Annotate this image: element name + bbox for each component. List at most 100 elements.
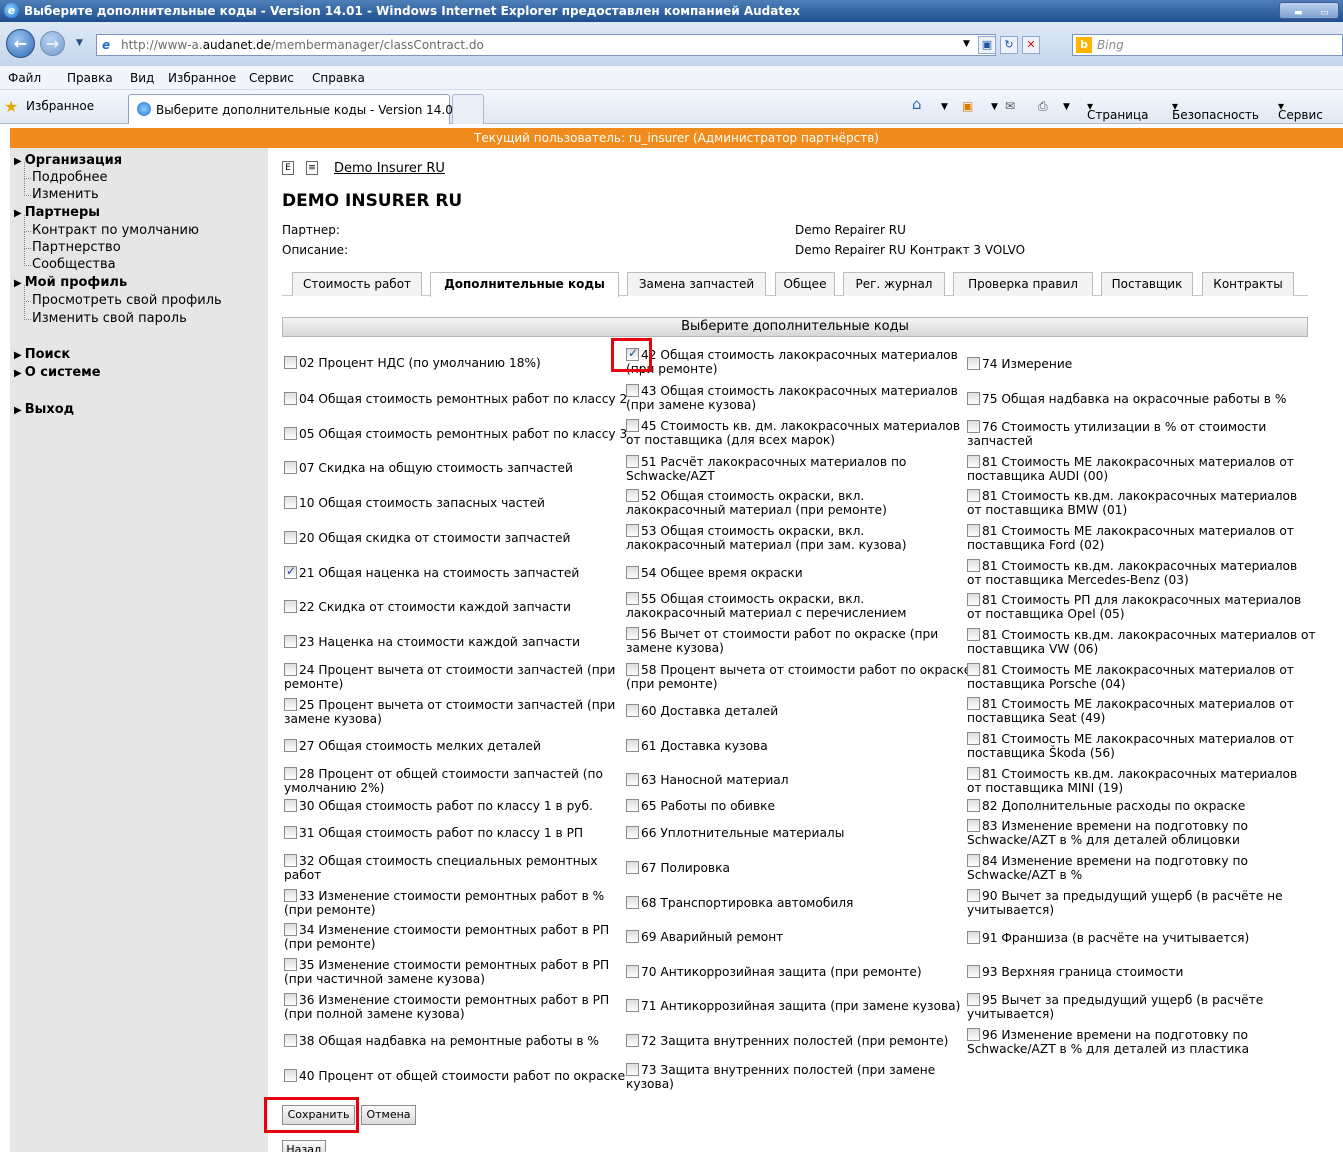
- code-checkbox[interactable]: [626, 861, 639, 874]
- address-input[interactable]: e http://www-a.audanet.de/membermanager/…: [96, 34, 996, 56]
- code-checkbox[interactable]: [284, 600, 297, 613]
- code-checkbox[interactable]: [967, 965, 980, 978]
- stop-icon[interactable]: ✕: [1022, 36, 1040, 54]
- menu-view[interactable]: Вид: [130, 71, 154, 85]
- code-checkbox[interactable]: [284, 826, 297, 839]
- breadcrumb-link[interactable]: Demo Insurer RU: [334, 161, 445, 176]
- code-checkbox[interactable]: [284, 496, 297, 509]
- code-checkbox[interactable]: [284, 635, 297, 648]
- code-checkbox[interactable]: [626, 524, 639, 537]
- compatibility-icon[interactable]: ▣: [978, 36, 996, 54]
- code-checkbox[interactable]: [284, 958, 297, 971]
- code-checkbox[interactable]: [284, 392, 297, 405]
- browser-tab[interactable]: Выберите дополнительные коды - Version 1…: [128, 94, 460, 124]
- code-checkbox[interactable]: [626, 455, 639, 468]
- code-checkbox[interactable]: [284, 1069, 297, 1082]
- code-checkbox[interactable]: [626, 346, 639, 361]
- code-checkbox[interactable]: [967, 854, 980, 867]
- code-checkbox[interactable]: [967, 593, 980, 606]
- code-checkbox[interactable]: [626, 489, 639, 502]
- menu-favorites[interactable]: Избранное: [168, 71, 236, 85]
- sidebar-item-search[interactable]: ▶ Поиск: [14, 347, 70, 362]
- code-checkbox[interactable]: [967, 420, 980, 433]
- code-checkbox[interactable]: [967, 392, 980, 405]
- refresh-icon[interactable]: ↻: [1000, 36, 1018, 54]
- code-checkbox[interactable]: [284, 663, 297, 676]
- code-checkbox[interactable]: [284, 854, 297, 867]
- code-checkbox[interactable]: [626, 896, 639, 909]
- code-checkbox[interactable]: [967, 931, 980, 944]
- sidebar-item-org-edit[interactable]: Изменить: [24, 179, 99, 202]
- sidebar-item-communities[interactable]: Сообщества: [24, 249, 116, 272]
- tab-labor-cost[interactable]: Стоимость работ: [292, 272, 422, 296]
- document-icon[interactable]: E: [282, 161, 294, 175]
- code-checkbox[interactable]: [284, 531, 297, 544]
- code-checkbox[interactable]: [967, 524, 980, 537]
- security-menu[interactable]: Безопасность ▾: [1172, 99, 1259, 122]
- sidebar-item-change-password[interactable]: Изменить свой пароль: [24, 303, 187, 326]
- tab-log[interactable]: Рег. журнал: [843, 272, 945, 296]
- maximize-icon[interactable]: ▭: [1320, 8, 1329, 18]
- code-checkbox[interactable]: [284, 739, 297, 752]
- code-checkbox[interactable]: [967, 799, 980, 812]
- code-checkbox[interactable]: [967, 489, 980, 502]
- code-checkbox[interactable]: [967, 357, 980, 370]
- code-checkbox[interactable]: [626, 1034, 639, 1047]
- feeds-dropdown-icon[interactable]: ▼: [991, 102, 998, 112]
- tab-general[interactable]: Общее: [775, 272, 835, 296]
- code-checkbox[interactable]: [626, 739, 639, 752]
- sidebar-item-logout[interactable]: ▶ Выход: [14, 402, 74, 417]
- menu-edit[interactable]: Правка: [67, 71, 113, 85]
- home-dropdown-icon[interactable]: ▼: [941, 102, 948, 112]
- code-checkbox[interactable]: [967, 559, 980, 572]
- menu-help[interactable]: Справка: [312, 71, 365, 85]
- code-checkbox[interactable]: [284, 767, 297, 780]
- cancel-button[interactable]: Отмена: [361, 1105, 416, 1125]
- tools-menu[interactable]: Сервис ▾: [1278, 99, 1323, 122]
- sidebar-item-org-details[interactable]: Подробнее: [23, 162, 107, 185]
- window-controls[interactable]: ▬ ▭: [1279, 2, 1339, 19]
- code-checkbox[interactable]: [626, 1063, 639, 1076]
- code-checkbox[interactable]: [284, 889, 297, 902]
- address-dropdown-icon[interactable]: ▼: [963, 39, 970, 49]
- code-checkbox[interactable]: [626, 663, 639, 676]
- menu-file[interactable]: Файл: [8, 71, 41, 85]
- code-checkbox[interactable]: [284, 356, 297, 369]
- code-checkbox[interactable]: [967, 663, 980, 676]
- list-icon[interactable]: ≡: [306, 161, 318, 175]
- tab-contracts[interactable]: Контракты: [1202, 272, 1294, 296]
- code-checkbox[interactable]: [626, 999, 639, 1012]
- back-arrow-icon[interactable]: ←: [6, 29, 35, 58]
- feeds-icon[interactable]: ▣: [962, 99, 973, 113]
- tab-additional-codes[interactable]: Дополнительные коды: [430, 272, 619, 297]
- page-menu[interactable]: Страница ▾: [1087, 99, 1149, 122]
- code-checkbox[interactable]: [626, 627, 639, 640]
- save-button[interactable]: Сохранить: [282, 1105, 355, 1125]
- code-checkbox[interactable]: [626, 826, 639, 839]
- code-checkbox[interactable]: [967, 628, 980, 641]
- back-button[interactable]: Назад: [282, 1140, 326, 1152]
- sidebar-item-about[interactable]: ▶ О системе: [14, 365, 101, 380]
- code-checkbox[interactable]: [626, 419, 639, 432]
- code-checkbox[interactable]: [626, 592, 639, 605]
- tab-rule-check[interactable]: Проверка правил: [953, 272, 1093, 296]
- tab-parts-replacement[interactable]: Замена запчастей: [627, 272, 766, 296]
- code-checkbox[interactable]: [626, 965, 639, 978]
- code-checkbox[interactable]: [967, 732, 980, 745]
- code-checkbox[interactable]: [626, 704, 639, 717]
- code-checkbox[interactable]: [626, 384, 639, 397]
- code-checkbox[interactable]: [967, 1028, 980, 1041]
- code-checkbox[interactable]: [626, 799, 639, 812]
- code-checkbox[interactable]: [967, 993, 980, 1006]
- code-checkbox[interactable]: [284, 427, 297, 440]
- new-tab-button[interactable]: [452, 94, 484, 124]
- code-checkbox[interactable]: [284, 923, 297, 936]
- menu-tools[interactable]: Сервис: [249, 71, 294, 85]
- code-checkbox[interactable]: [967, 889, 980, 902]
- code-checkbox[interactable]: [626, 566, 639, 579]
- print-icon[interactable]: ⎙: [1038, 99, 1048, 114]
- code-checkbox[interactable]: [284, 799, 297, 812]
- code-checkbox[interactable]: [284, 461, 297, 474]
- sidebar-item-default-contract[interactable]: Контракт по умолчанию: [24, 215, 199, 238]
- minimize-icon[interactable]: ▬: [1294, 8, 1303, 18]
